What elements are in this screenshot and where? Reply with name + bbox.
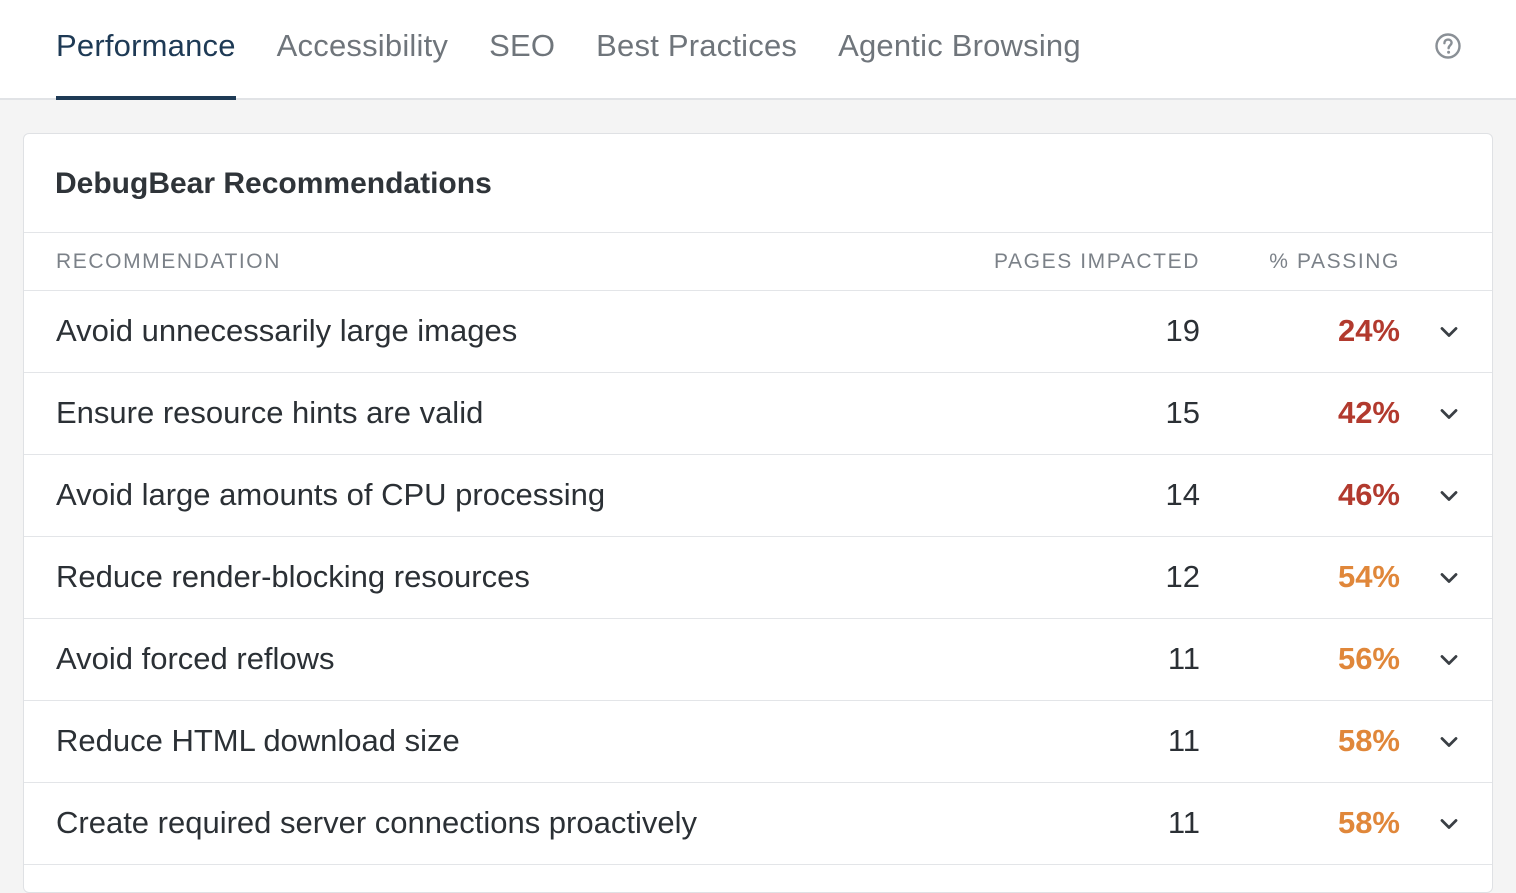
chevron-down-icon[interactable] (1438, 321, 1460, 343)
chevron-down-icon[interactable] (1438, 649, 1460, 671)
passing-percentage: 58% (1337, 723, 1400, 758)
column-header-recommendation: RECOMMENDATION (56, 250, 282, 273)
column-header-pages-impacted[interactable]: PAGES IMPACTED (994, 250, 1200, 274)
tab-agentic-browsing[interactable]: Agentic Browsing (838, 0, 1081, 98)
recommendation-label: Create required server connections proac… (56, 805, 697, 840)
table-header: RECOMMENDATION PAGES IMPACTED % PASSING (24, 233, 1492, 291)
recommendations-card: DebugBear Recommendations RECOMMENDATION… (23, 133, 1493, 893)
table-body: Avoid unnecessarily large images 19 24% Ens… (24, 291, 1492, 865)
chevron-down-icon[interactable] (1438, 485, 1460, 507)
chevron-down-icon[interactable] (1438, 567, 1460, 589)
column-header-passing[interactable]: % PASSING (1269, 250, 1400, 274)
table-row[interactable]: Avoid forced reflows 11 56% (24, 619, 1492, 701)
tab-seo[interactable]: SEO (489, 0, 555, 98)
passing-percentage: 46% (1337, 477, 1400, 512)
table-row[interactable]: Reduce HTML download size 11 58% (24, 701, 1492, 783)
pages-impacted-value: 11 (1167, 723, 1200, 758)
recommendation-label: Avoid unnecessarily large images (56, 313, 518, 348)
recommendation-label: Reduce HTML download size (56, 723, 460, 758)
top-nav: Performance Accessibility SEO Best Pract… (0, 0, 1516, 100)
category-tabs: Performance Accessibility SEO Best Pract… (56, 0, 1122, 100)
table-row[interactable]: Avoid large amounts of CPU processing 14 4… (24, 455, 1492, 537)
chevron-down-icon[interactable] (1438, 813, 1460, 835)
recommendation-label: Ensure resource hints are valid (56, 395, 484, 430)
passing-percentage: 42% (1337, 395, 1400, 430)
passing-percentage: 58% (1337, 805, 1400, 840)
table-row[interactable]: Avoid unnecessarily large images 19 24% (24, 291, 1492, 373)
pages-impacted-value: 19 (1165, 313, 1200, 348)
passing-percentage: 56% (1337, 641, 1400, 676)
table-row[interactable]: Ensure resource hints are valid 15 42% (24, 373, 1492, 455)
pages-impacted-value: 14 (1165, 477, 1200, 512)
pages-impacted-value: 11 (1167, 641, 1200, 676)
tab-accessibility[interactable]: Accessibility (277, 0, 448, 98)
tab-best-practices[interactable]: Best Practices (596, 0, 797, 98)
question-circle-icon[interactable] (1434, 32, 1462, 60)
card-title: DebugBear Recommendations (24, 134, 1492, 233)
recommendation-label: Reduce render-blocking resources (56, 559, 530, 594)
pages-impacted-value: 11 (1167, 805, 1200, 840)
pages-impacted-value: 15 (1165, 395, 1200, 430)
table-row[interactable]: Reduce render-blocking resources 12 54% (24, 537, 1492, 619)
tab-performance[interactable]: Performance (56, 0, 236, 100)
passing-percentage: 54% (1337, 559, 1400, 594)
recommendation-label: Avoid forced reflows (56, 641, 335, 676)
chevron-down-icon[interactable] (1438, 731, 1460, 753)
passing-percentage: 24% (1337, 313, 1400, 348)
pages-impacted-value: 12 (1165, 559, 1200, 594)
chevron-down-icon[interactable] (1438, 403, 1460, 425)
table-row[interactable]: Create required server connections proac… (24, 783, 1492, 865)
recommendation-label: Avoid large amounts of CPU processing (56, 477, 606, 512)
